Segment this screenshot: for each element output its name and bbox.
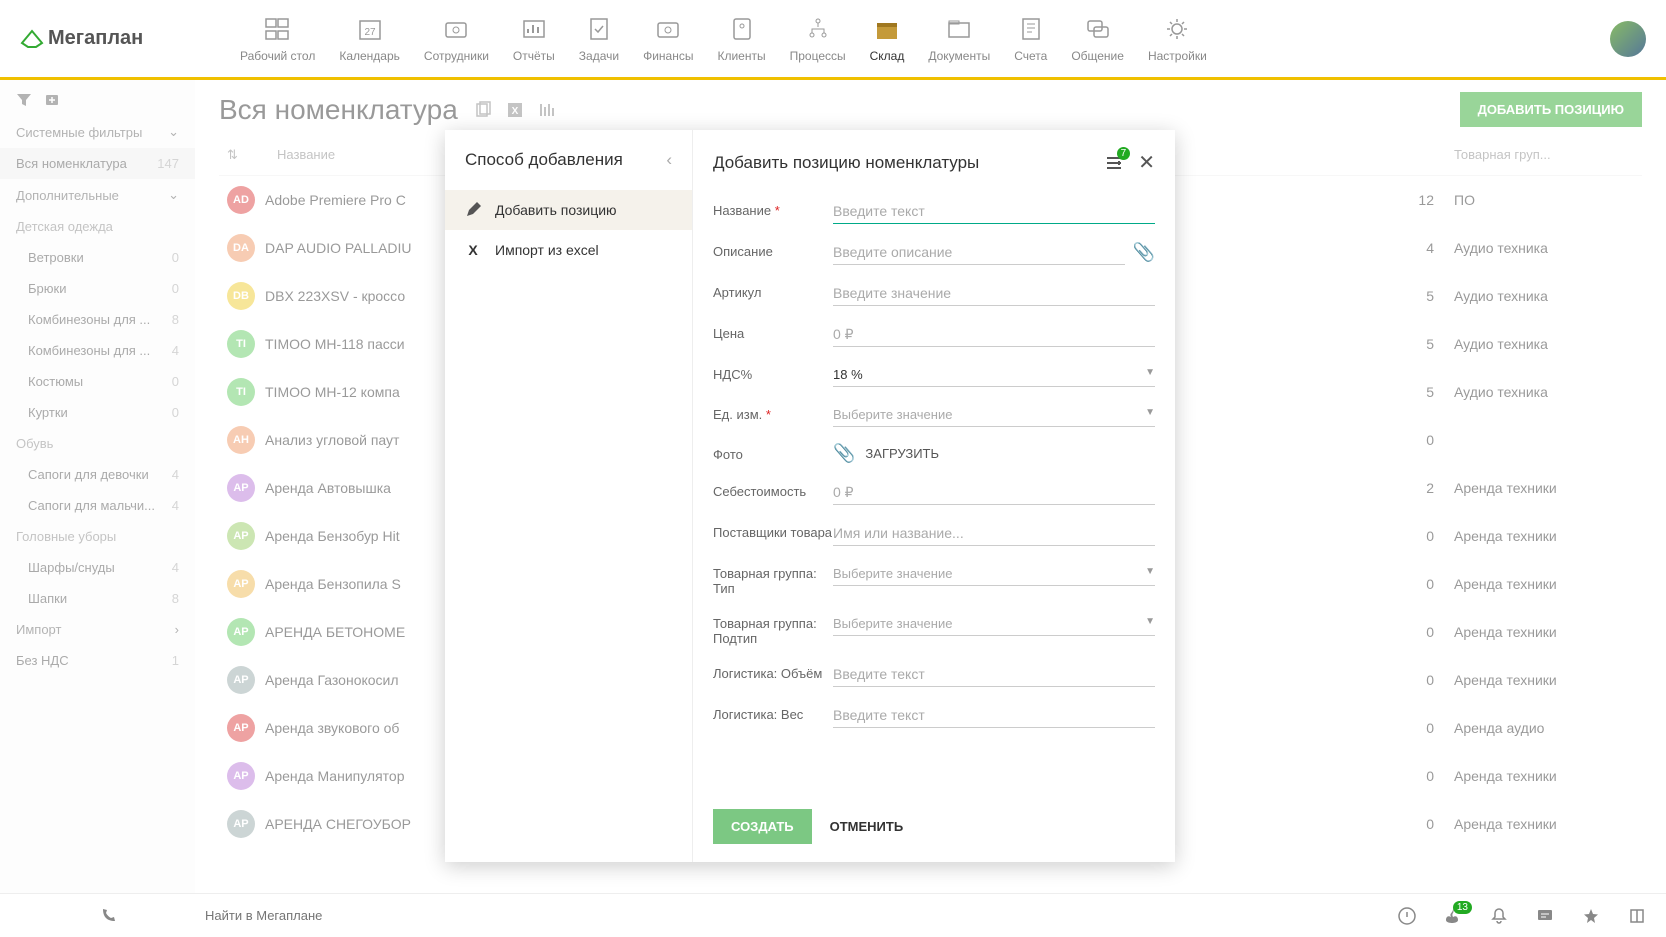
- suppliers-input[interactable]: [833, 521, 1155, 546]
- nav-item-2[interactable]: Сотрудники: [424, 15, 489, 63]
- pencil-icon: [465, 202, 481, 218]
- nav-item-0[interactable]: Рабочий стол: [240, 15, 315, 63]
- group-type-select[interactable]: Выберите значение▼: [833, 562, 1155, 586]
- add-position-modal: Способ добавления ‹ Добавить позицию X И…: [445, 130, 1175, 862]
- cost-input[interactable]: [833, 480, 1155, 505]
- svg-text:27: 27: [364, 27, 376, 38]
- nav-item-6[interactable]: Клиенты: [717, 15, 765, 63]
- article-input[interactable]: [833, 281, 1155, 306]
- global-search-input[interactable]: [205, 908, 505, 923]
- unit-select[interactable]: Выберите значение▼: [833, 403, 1155, 427]
- top-nav: Рабочий стол 27Календарь Сотрудники Отчёты З…: [240, 15, 1610, 63]
- method-add-position[interactable]: Добавить позицию: [445, 190, 692, 230]
- close-icon[interactable]: ✕: [1138, 150, 1155, 175]
- group-subtype-select[interactable]: Выберите значение▼: [833, 612, 1155, 636]
- bell-icon[interactable]: [1490, 907, 1508, 925]
- nav-item-7[interactable]: Процессы: [790, 15, 846, 63]
- chat-icon[interactable]: [1536, 907, 1554, 925]
- nav-item-3[interactable]: Отчёты: [513, 15, 555, 63]
- chevron-down-icon: ▼: [1145, 367, 1155, 382]
- modal-left-title: Способ добавления: [465, 150, 623, 170]
- create-button[interactable]: СОЗДАТЬ: [713, 809, 812, 844]
- nav-item-10[interactable]: Счета: [1014, 15, 1047, 63]
- method-import-excel[interactable]: X Импорт из excel: [445, 230, 692, 270]
- nav-item-4[interactable]: Задачи: [579, 15, 619, 63]
- nav-item-8[interactable]: Склад: [870, 15, 905, 63]
- avatar[interactable]: [1610, 21, 1646, 57]
- desc-input[interactable]: [833, 240, 1125, 265]
- cancel-button[interactable]: ОТМЕНИТЬ: [830, 819, 904, 834]
- vat-select[interactable]: 18 %▼: [833, 363, 1155, 387]
- phone-icon[interactable]: [99, 907, 117, 925]
- chevron-down-icon: ▼: [1145, 616, 1155, 631]
- name-input[interactable]: [833, 199, 1155, 224]
- price-input[interactable]: [833, 322, 1155, 347]
- fire-icon[interactable]: 13: [1444, 907, 1462, 925]
- bottombar: 13: [0, 893, 1666, 937]
- nav-item-11[interactable]: Общение: [1071, 15, 1124, 63]
- chevron-down-icon: ▼: [1145, 407, 1155, 422]
- log-weight-input[interactable]: [833, 703, 1155, 728]
- nav-item-9[interactable]: Документы: [928, 15, 990, 63]
- chevron-left-icon[interactable]: ‹: [666, 150, 672, 170]
- nav-item-1[interactable]: 27Календарь: [339, 15, 400, 63]
- fields-config-icon[interactable]: 7: [1104, 153, 1124, 173]
- modal-title: Добавить позицию номенклатуры: [713, 153, 979, 173]
- photo-upload[interactable]: 📎ЗАГРУЗИТЬ: [833, 443, 1155, 464]
- topbar: Мегаплан Рабочий стол 27Календарь Сотрудни…: [0, 0, 1666, 80]
- chevron-down-icon: ▼: [1145, 566, 1155, 581]
- logo[interactable]: Мегаплан: [20, 27, 200, 50]
- excel-icon: X: [465, 242, 481, 258]
- attach-icon[interactable]: 📎: [1133, 242, 1155, 263]
- log-vol-input[interactable]: [833, 662, 1155, 687]
- nav-item-12[interactable]: Настройки: [1148, 15, 1207, 63]
- star-icon[interactable]: [1582, 907, 1600, 925]
- book-icon[interactable]: [1628, 907, 1646, 925]
- alert-icon[interactable]: [1398, 907, 1416, 925]
- svg-text:X: X: [468, 242, 478, 258]
- nav-item-5[interactable]: Финансы: [643, 15, 693, 63]
